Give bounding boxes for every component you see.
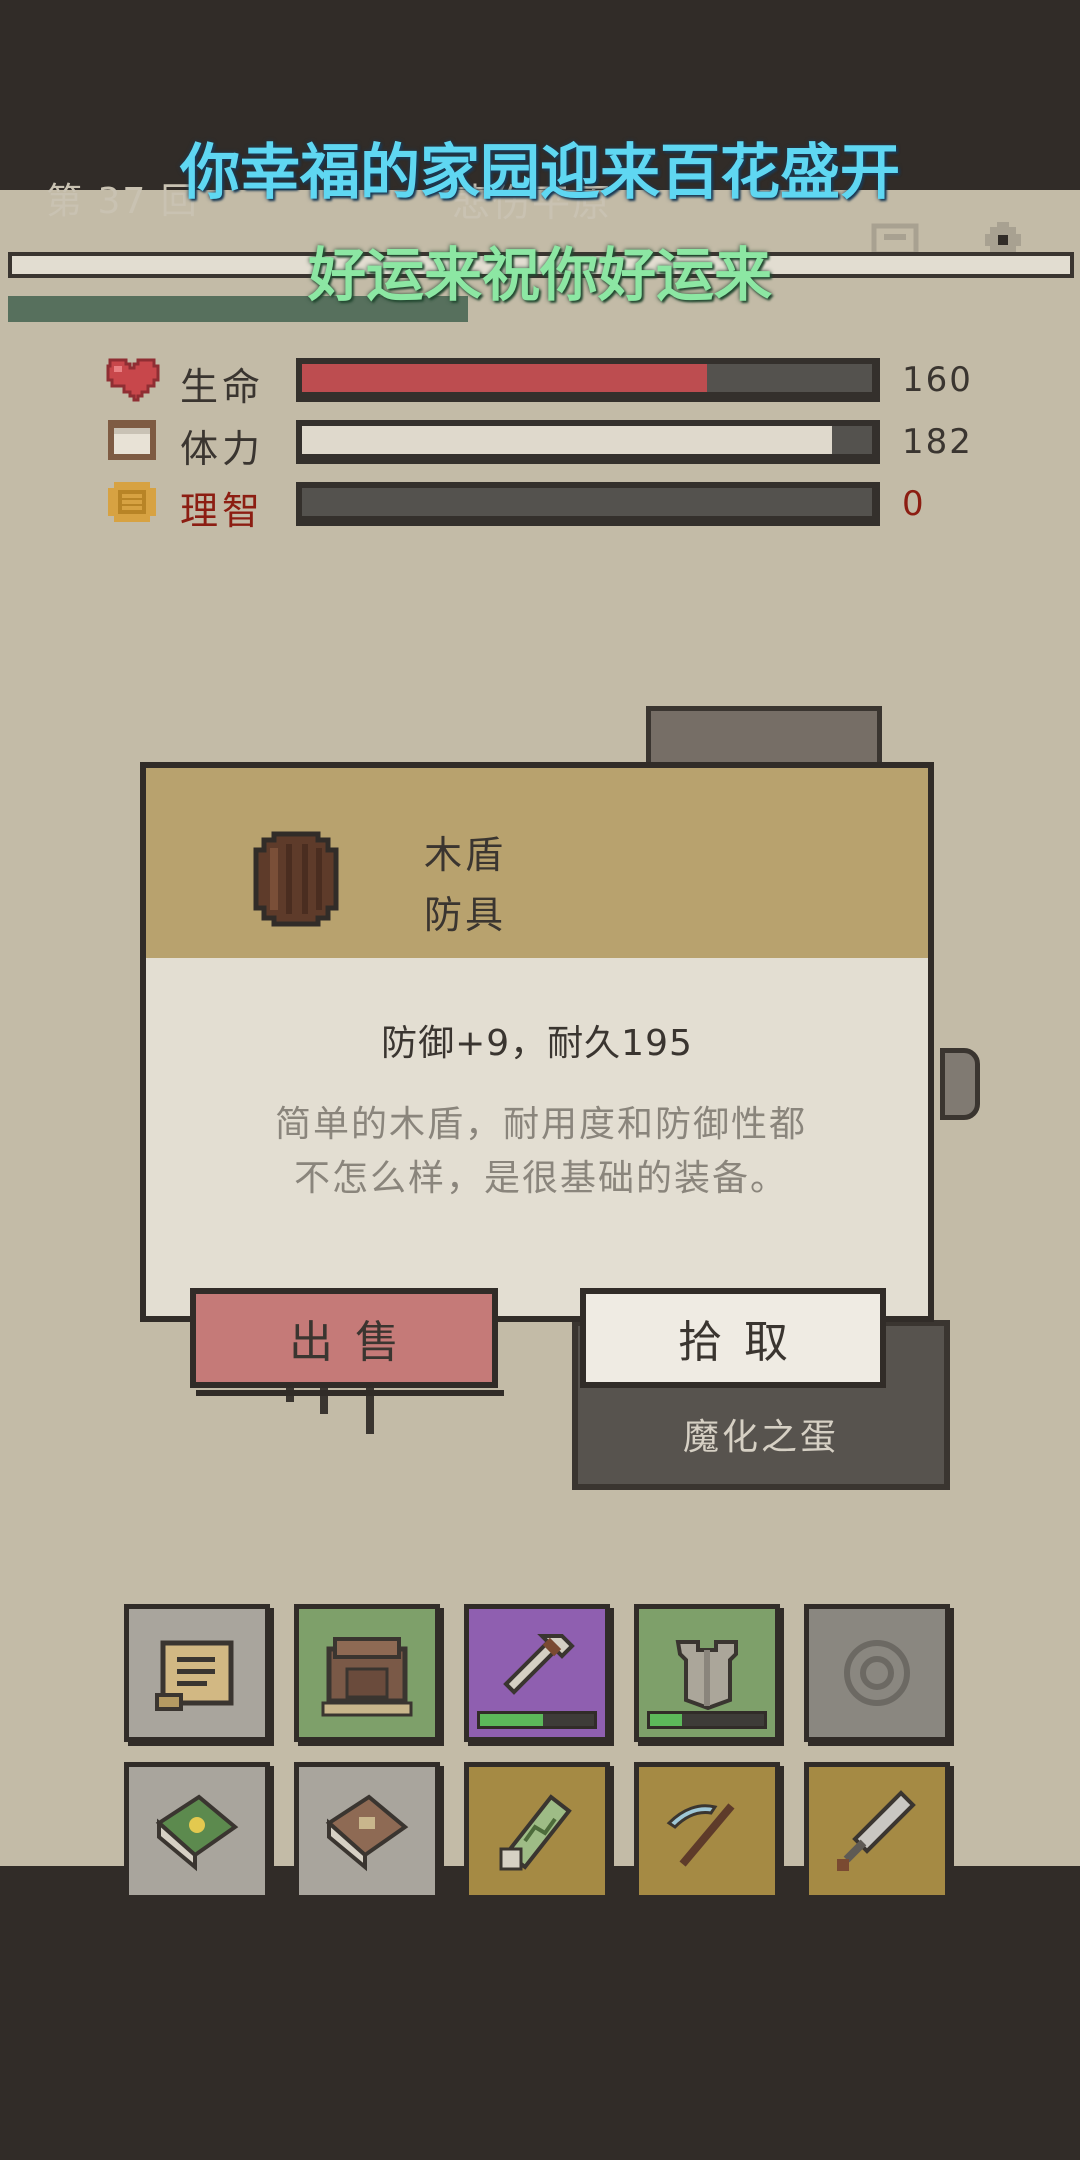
inventory-slot[interactable] (294, 1762, 440, 1900)
hp-bar (296, 358, 880, 402)
sell-button[interactable]: 出售 (190, 1288, 498, 1388)
lyric-line-2: 好运来祝你好运来 (307, 241, 772, 309)
brown-book-icon (305, 1773, 429, 1889)
durability-fill (650, 1714, 682, 1726)
inventory-slot[interactable] (464, 1762, 610, 1900)
backpack-icon (305, 1615, 429, 1731)
hp-bar-fill (302, 364, 707, 392)
map-scroll-icon (475, 1773, 599, 1889)
inventory-slot[interactable] (464, 1604, 610, 1742)
lyric-line-1: 你幸福的家园迎来百花盛开 (180, 138, 900, 208)
inventory-slot[interactable] (294, 1604, 440, 1742)
stamina-bar-fill (302, 426, 833, 454)
item-description-line: 不怎么样，是很基础的装备。 (293, 1158, 788, 1199)
inventory-slot[interactable] (124, 1762, 270, 1900)
stat-row-sanity: 理智 0 (0, 474, 1080, 533)
stat-label: 理智 (180, 489, 265, 533)
durability-bar (647, 1711, 767, 1729)
inventory-slot[interactable] (804, 1762, 950, 1900)
stat-value: 182 (902, 422, 973, 462)
bread-icon (104, 416, 160, 464)
item-detail-popup: 木盾 防具 防御+9，耐久195 简单的木盾，耐用度和防御性都 不怎么样，是很基… (140, 762, 934, 1322)
sanity-bar (296, 482, 880, 526)
item-description: 简单的木盾，耐用度和防御性都 不怎么样，是很基础的装备。 (206, 1098, 876, 1206)
green-book-icon (135, 1773, 259, 1889)
inventory-slot[interactable] (804, 1604, 950, 1742)
background-door-handle (940, 1048, 980, 1120)
popup-header: 木盾 防具 (146, 768, 928, 958)
inventory-slot[interactable] (634, 1604, 780, 1742)
durability-bar (477, 1711, 597, 1729)
heart-icon (104, 354, 160, 402)
stat-value: 0 (902, 484, 926, 524)
pickaxe-icon (645, 1773, 769, 1889)
bottom-band (0, 1866, 1080, 2160)
stamina-bar (296, 420, 880, 464)
ink-drip (366, 1380, 374, 1434)
stat-label: 生命 (180, 365, 265, 409)
item-name: 木盾 (424, 833, 507, 877)
inventory-slot[interactable] (634, 1762, 780, 1900)
item-stats: 防御+9，耐久195 (381, 1023, 693, 1064)
inventory-slot[interactable] (124, 1604, 270, 1742)
sword-icon (815, 1773, 939, 1889)
stat-row-hp: 生命 160 (0, 350, 1080, 409)
stat-value: 160 (902, 360, 973, 400)
wooden-shield-icon (252, 830, 340, 928)
event-card-label: 魔化之蛋 (682, 1417, 839, 1458)
empty-slot-icon (815, 1615, 939, 1731)
scroll-icon (135, 1615, 259, 1731)
stat-row-stamina: 体力 182 (0, 412, 1080, 471)
durability-fill (480, 1714, 543, 1726)
item-type: 防具 (424, 893, 507, 937)
coin-icon (104, 478, 160, 526)
stat-label: 体力 (180, 427, 265, 471)
pickup-button[interactable]: 拾取 (580, 1288, 886, 1388)
item-description-line: 简单的木盾，耐用度和防御性都 (274, 1104, 807, 1145)
button-shadow (196, 1390, 504, 1396)
